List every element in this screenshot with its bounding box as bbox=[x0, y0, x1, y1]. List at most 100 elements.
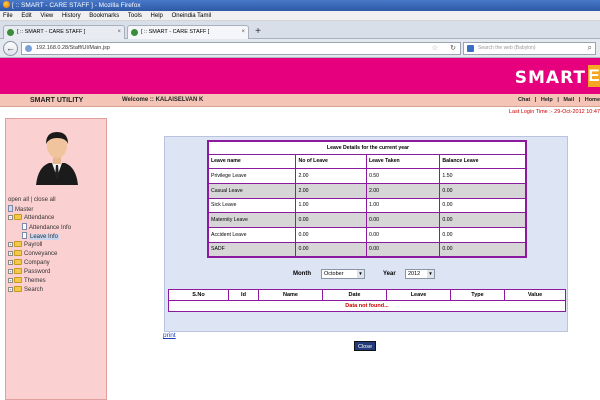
print-link[interactable]: print bbox=[163, 332, 176, 339]
tab-second[interactable]: [ :: SMART - CARE STAFF ] × bbox=[127, 25, 249, 39]
sidebar: open all | close all Master − Attendance … bbox=[5, 118, 107, 400]
column-header: Leave name bbox=[207, 153, 297, 170]
tree-label: Company bbox=[24, 260, 50, 266]
expand-icon[interactable]: + bbox=[8, 242, 13, 247]
leave-taken-cell: 0.00 bbox=[365, 241, 441, 258]
leave-count-cell: 2.00 bbox=[295, 182, 367, 199]
leave-name-cell: Sick Leave bbox=[207, 197, 297, 214]
tree-item-conveyance[interactable]: + Conveyance bbox=[8, 250, 106, 259]
tree-item-leave-info[interactable]: Leave Info bbox=[8, 232, 106, 241]
expand-icon[interactable]: + bbox=[8, 260, 13, 265]
leave-details-table: Leave Details for the current year Leave… bbox=[207, 140, 527, 258]
leave-balance-cell: 0.00 bbox=[439, 212, 527, 228]
site-identity-icon[interactable] bbox=[25, 45, 32, 52]
leave-balance-cell: 0.00 bbox=[439, 241, 527, 258]
column-header: Value bbox=[504, 289, 566, 301]
site-favicon-icon bbox=[131, 29, 138, 36]
tab-first[interactable]: [ :: SMART - CARE STAFF ] × bbox=[3, 25, 125, 39]
expand-icon[interactable]: + bbox=[8, 278, 13, 283]
tab-close-icon[interactable]: × bbox=[241, 26, 245, 39]
address-bar[interactable]: 192.168.0.28/Staff/UI/Main.jsp ☆ ↻ bbox=[21, 42, 461, 55]
mail-link[interactable]: Mail bbox=[563, 97, 574, 103]
tree-open-close-all[interactable]: open all | close all bbox=[8, 197, 56, 203]
back-arrow-icon[interactable]: ← bbox=[3, 41, 18, 56]
leave-name-cell: Accident Leave bbox=[207, 226, 297, 243]
home-link[interactable]: Home bbox=[585, 97, 600, 103]
leave-table-title: Leave Details for the current year bbox=[207, 140, 527, 155]
folder-open-icon bbox=[14, 214, 22, 220]
bookmark-star-icon[interactable]: ☆ bbox=[432, 43, 438, 54]
chevron-down-icon[interactable]: ▼ bbox=[427, 270, 434, 278]
tree-item-search[interactable]: + Search bbox=[8, 286, 106, 295]
table-row: Accident Leave 0.00 0.00 0.00 bbox=[207, 226, 527, 243]
column-header: Leave Taken bbox=[365, 153, 441, 170]
user-avatar bbox=[36, 132, 78, 185]
column-header: Balance Leave bbox=[439, 153, 527, 170]
leave-balance-cell: 0.00 bbox=[439, 182, 527, 199]
tree-item-attendance-info[interactable]: Attendance Info bbox=[8, 223, 106, 232]
leave-balance-cell: 0.00 bbox=[439, 197, 527, 214]
tree-item-company[interactable]: + Company bbox=[8, 259, 106, 268]
expand-icon[interactable]: + bbox=[8, 287, 13, 292]
collapse-icon[interactable]: − bbox=[8, 215, 13, 220]
menu-tools[interactable]: Tools bbox=[128, 13, 142, 19]
column-header: Name bbox=[258, 289, 323, 301]
folder-icon bbox=[14, 268, 22, 274]
new-tab-icon[interactable]: + bbox=[252, 26, 264, 38]
leave-taken-cell: 0.00 bbox=[365, 226, 441, 243]
leave-table-header: Leave name No of Leave Leave Taken Balan… bbox=[207, 153, 527, 170]
tab-label: [ :: SMART - CARE STAFF ] bbox=[141, 29, 210, 35]
month-value: October bbox=[324, 271, 344, 277]
leave-name-cell: Privilege Leave bbox=[207, 168, 297, 184]
tree-item-payroll[interactable]: + Payroll bbox=[8, 241, 106, 250]
year-value: 2012 bbox=[408, 271, 421, 277]
window-titlebar: [ :: SMART - CARE STAFF ] - Mozilla Fire… bbox=[0, 0, 600, 11]
table-row: Maternity Leave 0.00 0.00 0.00 bbox=[207, 212, 527, 228]
leave-records-table: S.No Id Name Date Leave Type Value Data … bbox=[168, 289, 566, 312]
tree-label: Leave Info bbox=[29, 234, 60, 240]
column-header: Leave bbox=[386, 289, 451, 301]
tree-label: Attendance Info bbox=[29, 225, 72, 231]
month-select[interactable]: October ▼ bbox=[321, 269, 365, 279]
menu-bookmarks[interactable]: Bookmarks bbox=[89, 13, 119, 19]
logo-accent: E bbox=[588, 65, 600, 87]
search-icon[interactable]: ⌕ bbox=[588, 42, 592, 53]
expand-icon[interactable]: + bbox=[8, 269, 13, 274]
leave-count-cell: 0.00 bbox=[295, 241, 367, 258]
tree-item-themes[interactable]: + Themes bbox=[8, 277, 106, 286]
chevron-down-icon[interactable]: ▼ bbox=[357, 270, 364, 278]
table-row: Casual Leave 2.00 2.00 0.00 bbox=[207, 182, 527, 199]
column-header: Type bbox=[450, 289, 505, 301]
menu-view[interactable]: View bbox=[40, 13, 53, 19]
leave-taken-cell: 2.00 bbox=[365, 182, 441, 199]
leave-count-cell: 0.00 bbox=[295, 212, 367, 228]
tree-label: Password bbox=[24, 269, 51, 275]
page-icon bbox=[22, 232, 27, 239]
expand-icon[interactable]: + bbox=[8, 251, 13, 256]
menu-history[interactable]: History bbox=[62, 13, 81, 19]
tab-label: [ :: SMART - CARE STAFF ] bbox=[17, 29, 86, 35]
records-header: S.No Id Name Date Leave Type Value bbox=[168, 289, 566, 301]
menu-help[interactable]: Help bbox=[151, 13, 163, 19]
window-title: [ :: SMART - CARE STAFF ] - Mozilla Fire… bbox=[12, 2, 141, 9]
tree-item-attendance[interactable]: − Attendance bbox=[8, 214, 106, 223]
reload-icon[interactable]: ↻ bbox=[450, 43, 456, 54]
search-input[interactable]: Search the web (Babylon) ⌕ bbox=[463, 42, 596, 55]
folder-icon bbox=[14, 286, 22, 292]
search-engine-icon[interactable] bbox=[467, 45, 474, 52]
close-button[interactable]: Close bbox=[354, 341, 376, 351]
chat-link[interactable]: Chat bbox=[518, 97, 530, 103]
help-link[interactable]: Help bbox=[541, 97, 553, 103]
menu-oneindia-tamil[interactable]: Oneindia Tamil bbox=[172, 13, 212, 19]
menu-file[interactable]: File bbox=[3, 13, 13, 19]
tree-item-password[interactable]: + Password bbox=[8, 268, 106, 277]
tab-close-icon[interactable]: × bbox=[117, 26, 121, 39]
tree-root-master[interactable]: Master bbox=[8, 205, 106, 214]
year-select[interactable]: 2012 ▼ bbox=[405, 269, 435, 279]
menu-edit[interactable]: Edit bbox=[21, 13, 31, 19]
site-favicon-icon bbox=[7, 29, 14, 36]
app-banner: SMART E bbox=[0, 58, 600, 94]
column-header: S.No bbox=[168, 289, 229, 301]
search-placeholder: Search the web (Babylon) bbox=[478, 45, 536, 51]
firefox-icon bbox=[3, 1, 10, 8]
